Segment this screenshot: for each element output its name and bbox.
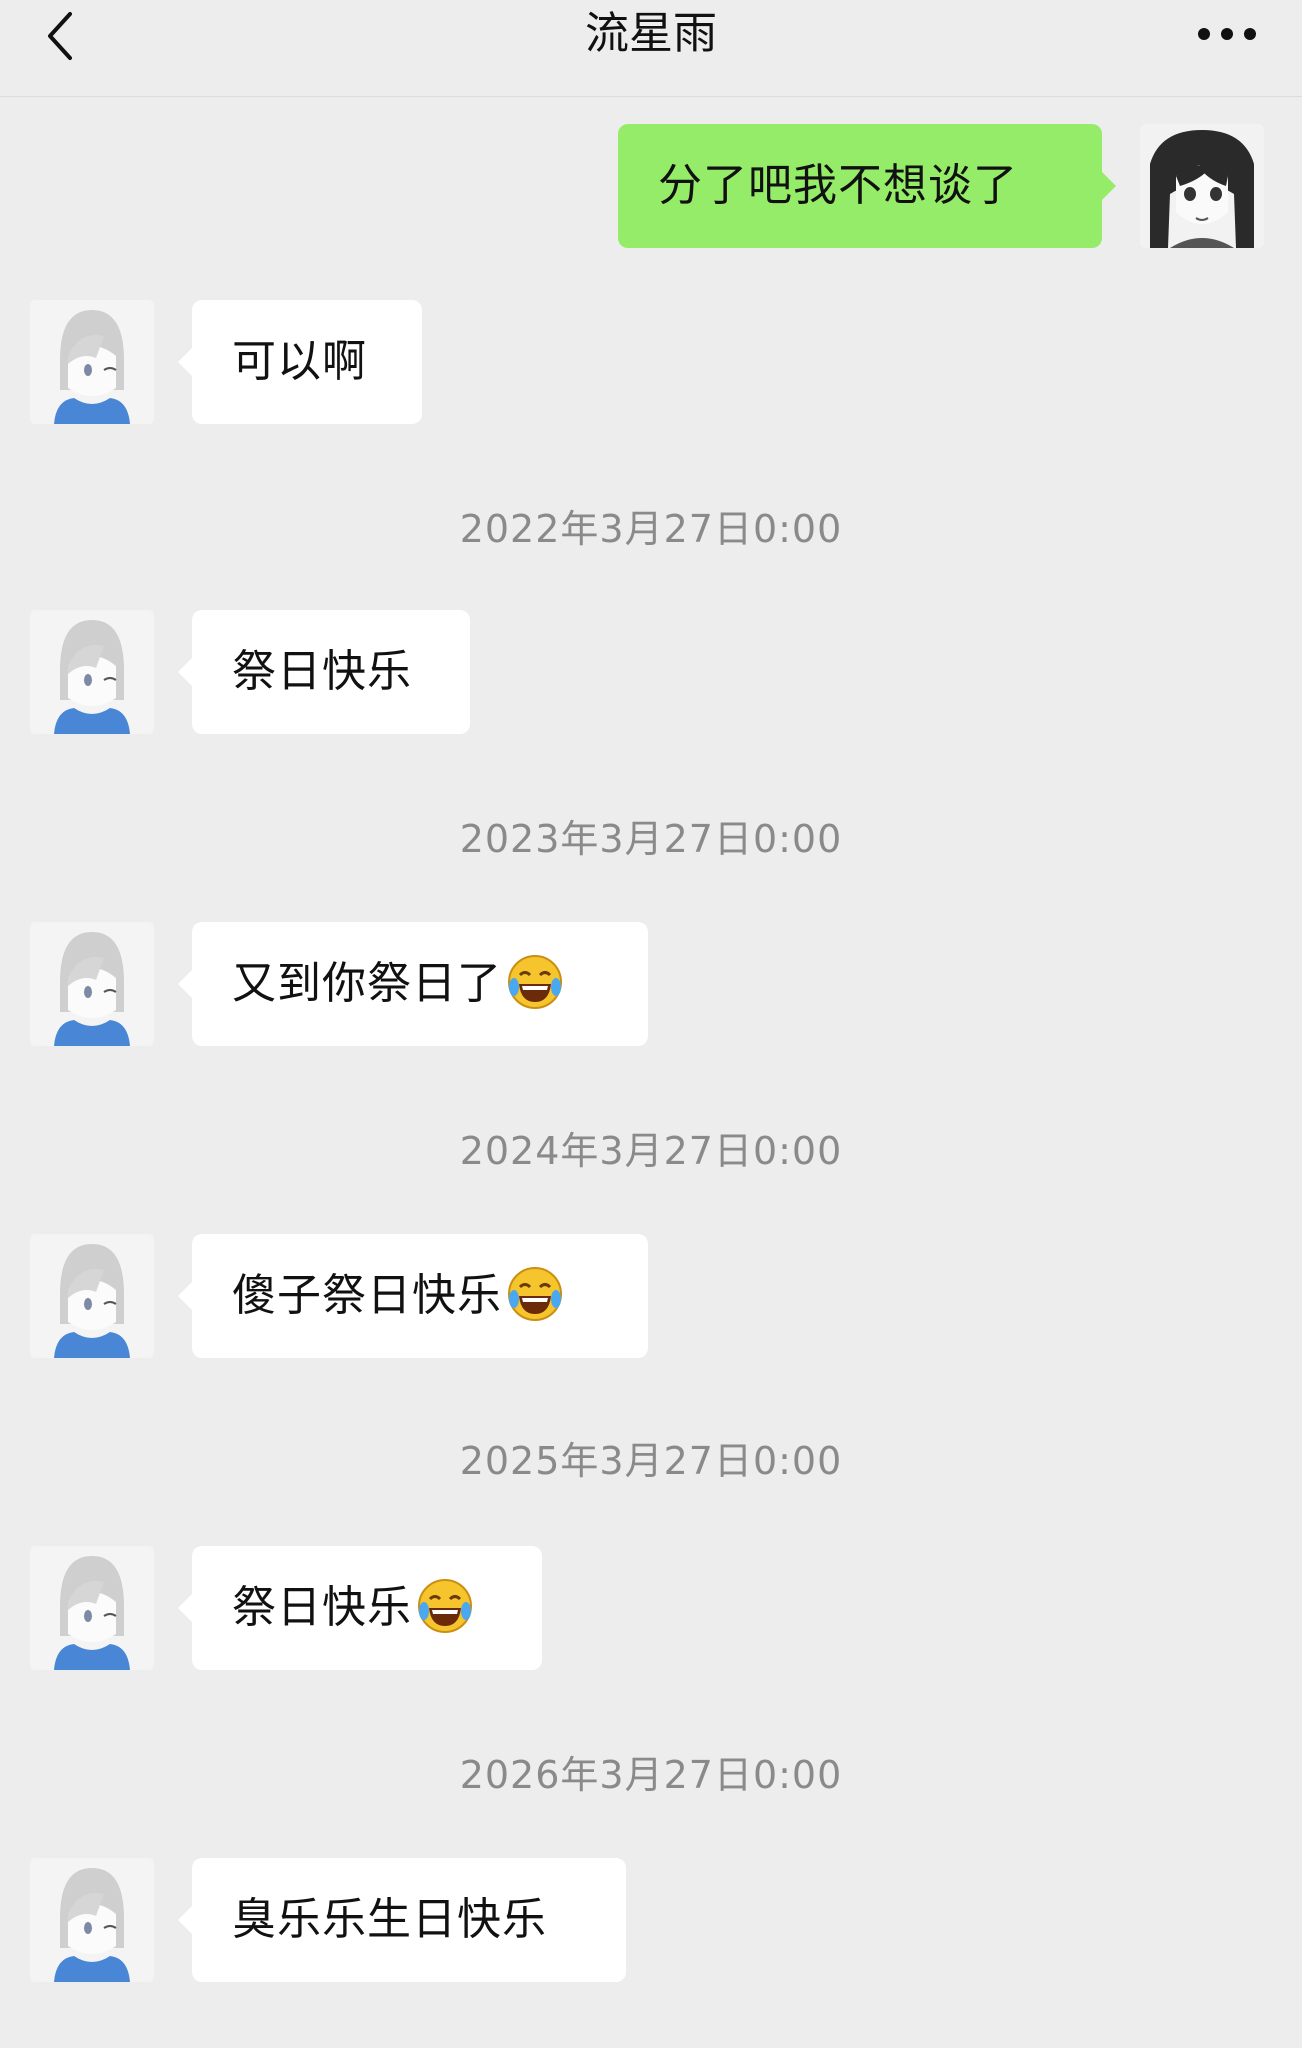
message-text: 又到你祭日了 [232, 958, 502, 1009]
incoming-message-bubble[interactable]: 又到你祭日了 [178, 922, 648, 1046]
contact-avatar[interactable] [30, 922, 154, 1046]
incoming-message-bubble[interactable]: 臭乐乐生日快乐 [178, 1858, 626, 1982]
my-avatar[interactable] [1140, 124, 1264, 248]
message-text: 傻子祭日快乐 [232, 1270, 502, 1321]
message-timestamp: 2025年3月27日0:00 [459, 1439, 843, 1483]
more-dots-icon [1198, 28, 1256, 40]
white-hair-girl-avatar-image [30, 1546, 154, 1670]
anime-girl-avatar-image [1140, 124, 1264, 248]
message-text: 分了吧我不想谈了 [658, 160, 1018, 211]
chat-header: 流星雨 [0, 0, 1302, 97]
message-text: 祭日快乐 [232, 1582, 412, 1633]
contact-avatar[interactable] [30, 1234, 154, 1358]
back-button[interactable] [36, 4, 92, 68]
incoming-message-bubble[interactable]: 傻子祭日快乐 [178, 1234, 648, 1358]
outgoing-message-bubble[interactable]: 分了吧我不想谈了 [618, 124, 1116, 248]
contact-avatar[interactable] [30, 1546, 154, 1670]
message-text: 臭乐乐生日快乐 [232, 1894, 547, 1945]
white-hair-girl-avatar-image [30, 922, 154, 1046]
message-timestamp: 2024年3月27日0:00 [459, 1129, 843, 1173]
white-hair-girl-avatar-image [30, 300, 154, 424]
message-timestamp: 2026年3月27日0:00 [459, 1753, 843, 1797]
incoming-message-bubble[interactable]: 可以啊 [178, 300, 422, 424]
white-hair-girl-avatar-image [30, 610, 154, 734]
incoming-message-bubble[interactable]: 祭日快乐 [178, 610, 470, 734]
contact-avatar[interactable] [30, 1858, 154, 1982]
incoming-message-bubble[interactable]: 祭日快乐 [178, 1546, 542, 1670]
laughing-tears-emoji-icon [506, 953, 564, 1011]
chat-title: 流星雨 [585, 8, 717, 59]
white-hair-girl-avatar-image [30, 1234, 154, 1358]
message-timestamp: 2022年3月27日0:00 [459, 507, 843, 551]
message-timestamp: 2023年3月27日0:00 [459, 817, 843, 861]
contact-avatar[interactable] [30, 610, 154, 734]
chevron-left-icon [48, 12, 72, 60]
laughing-tears-emoji-icon [416, 1577, 474, 1635]
message-text: 可以啊 [232, 336, 367, 387]
contact-avatar[interactable] [30, 300, 154, 424]
message-text: 祭日快乐 [232, 646, 412, 697]
chat-message-list[interactable]: 分了吧我不想谈了 可以啊 2022年3月27日0:00 祭日快乐 2023年3月… [0, 96, 1302, 2048]
white-hair-girl-avatar-image [30, 1858, 154, 1982]
more-options-button[interactable] [1192, 4, 1262, 64]
laughing-tears-emoji-icon [506, 1265, 564, 1323]
